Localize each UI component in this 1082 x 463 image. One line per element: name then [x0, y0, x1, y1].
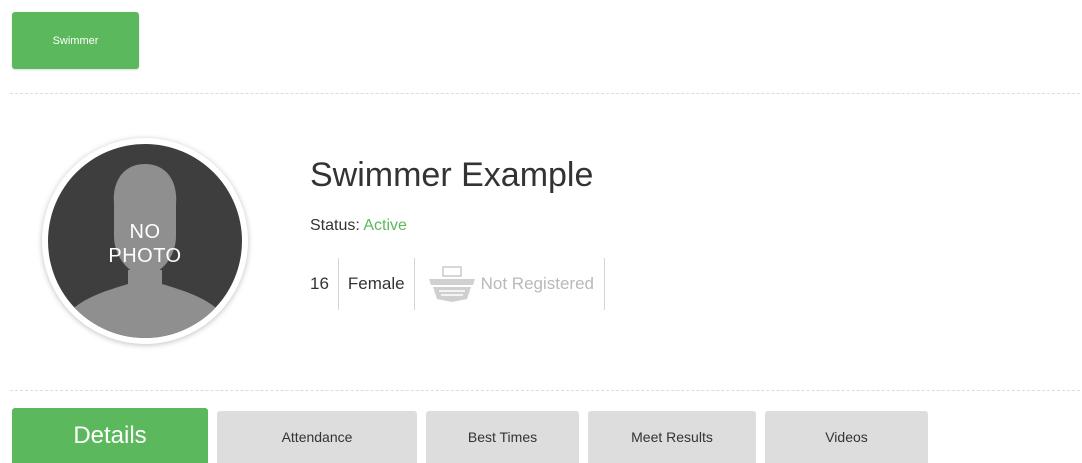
swimmer-info-row: 16 Female Not Registered: [310, 258, 605, 310]
swimmer-name: Swimmer Example: [310, 156, 594, 194]
no-photo-text: NO PHOTO: [108, 221, 182, 267]
tab-details[interactable]: Details: [12, 408, 208, 463]
status-line: Status: Active: [310, 217, 407, 235]
no-photo-placeholder: NO PHOTO: [48, 144, 242, 338]
age-value: 16: [310, 258, 339, 310]
tab-attendance[interactable]: Attendance: [217, 411, 417, 463]
tab-best-times[interactable]: Best Times: [426, 411, 579, 463]
section-divider: [10, 93, 1080, 94]
usa-swimming-logo-icon: [428, 266, 475, 302]
status-badge: Active: [363, 217, 407, 234]
swimmer-role-button[interactable]: Swimmer: [12, 12, 139, 69]
status-label: Status:: [310, 217, 360, 234]
tab-videos[interactable]: Videos: [765, 411, 928, 463]
avatar: NO PHOTO: [42, 138, 248, 344]
tab-meet-results[interactable]: Meet Results: [588, 411, 756, 463]
registration-label: Not Registered: [480, 274, 594, 293]
section-divider: [10, 390, 1080, 391]
gender-value: Female: [339, 258, 415, 310]
profile-tabs: Details Attendance Best Times Meet Resul…: [12, 408, 1082, 463]
registration-status: Not Registered: [415, 258, 605, 310]
